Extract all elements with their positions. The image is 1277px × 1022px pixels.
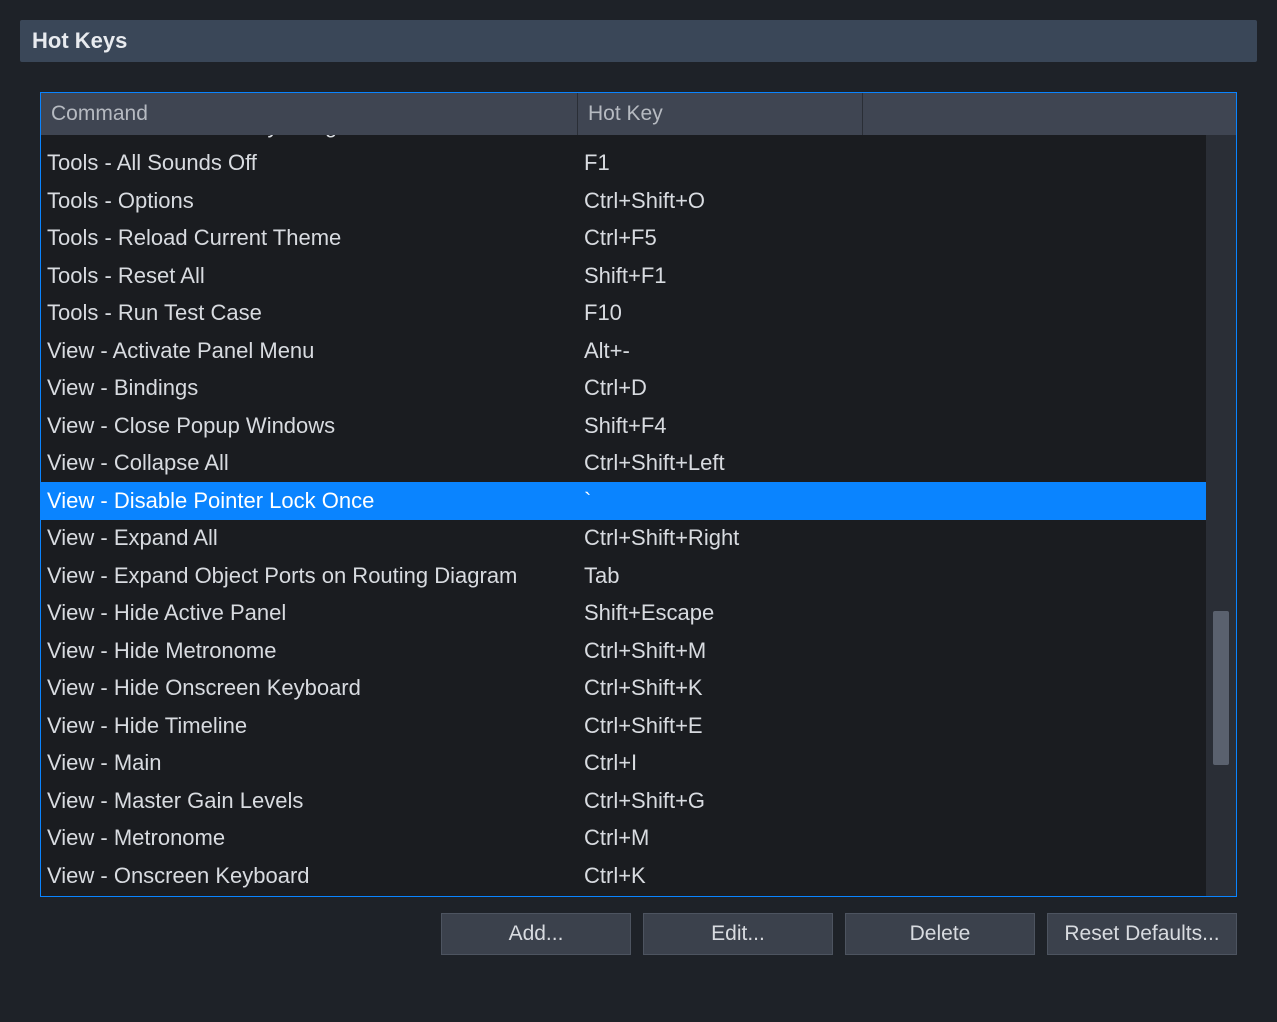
table-row[interactable]: Tools - Reload Current ThemeCtrl+F5	[41, 220, 1206, 258]
table-row[interactable]: View - BindingsCtrl+D	[41, 370, 1206, 408]
cell-command: View - Expand Object Ports on Routing Di…	[41, 563, 578, 589]
delete-button[interactable]: Delete	[845, 913, 1035, 955]
cell-hotkey: Ctrl+I	[578, 750, 863, 776]
cell-hotkey: Alt+-	[578, 338, 863, 364]
cell-command: Tools - Reload Current Theme	[41, 225, 578, 251]
scrollbar-thumb[interactable]	[1213, 611, 1229, 765]
cell-hotkey: Ctrl+M	[578, 825, 863, 851]
cell-hotkey: Tab	[578, 563, 863, 589]
table-row[interactable]: View - Expand Object Ports on Routing Di…	[41, 557, 1206, 595]
table-row[interactable]: View - MainCtrl+I	[41, 745, 1206, 783]
cell-hotkey: Shift+F1	[578, 263, 863, 289]
cell-command: Tools - Run Test Case	[41, 300, 578, 326]
table-row[interactable]: View - Hide TimelineCtrl+Shift+E	[41, 707, 1206, 745]
cell-command: Tools - Reset All	[41, 263, 578, 289]
table-row[interactable]: View - Onscreen KeyboardCtrl+K	[41, 857, 1206, 895]
cell-hotkey: Ctrl+F5	[578, 225, 863, 251]
table-body-wrap: Timeline - Zoom to Play RangeXTools - Al…	[41, 135, 1236, 896]
cell-command: View - Collapse All	[41, 450, 578, 476]
table-row[interactable]: View - Close Popup WindowsShift+F4	[41, 407, 1206, 445]
cell-command: Tools - Options	[41, 188, 578, 214]
cell-hotkey: Ctrl+Shift+Left	[578, 450, 863, 476]
table-row[interactable]: Tools - Reset AllShift+F1	[41, 257, 1206, 295]
table-row[interactable]: View - Master Gain LevelsCtrl+Shift+G	[41, 782, 1206, 820]
table-row[interactable]: View - Hide MetronomeCtrl+Shift+M	[41, 632, 1206, 670]
cell-command: View - Metronome	[41, 825, 578, 851]
cell-command: View - Main	[41, 750, 578, 776]
cell-hotkey: Shift+Escape	[578, 600, 863, 626]
cell-command: Tools - All Sounds Off	[41, 150, 578, 176]
cell-command: View - Hide Onscreen Keyboard	[41, 675, 578, 701]
cell-hotkey: `	[578, 488, 863, 514]
table-row[interactable]: Tools - All Sounds OffF1	[41, 145, 1206, 183]
table-body[interactable]: Timeline - Zoom to Play RangeXTools - Al…	[41, 135, 1206, 896]
cell-hotkey: Ctrl+Shift+O	[578, 188, 863, 214]
table-row[interactable]: View - Collapse AllCtrl+Shift+Left	[41, 445, 1206, 483]
cell-hotkey: Ctrl+D	[578, 375, 863, 401]
cell-hotkey: Ctrl+Shift+G	[578, 788, 863, 814]
table-row[interactable]: View - Activate Panel MenuAlt+-	[41, 332, 1206, 370]
cell-hotkey: Ctrl+K	[578, 863, 863, 889]
cell-hotkey: Ctrl+Shift+M	[578, 638, 863, 664]
table-row[interactable]: View - Expand AllCtrl+Shift+Right	[41, 520, 1206, 558]
panel-title: Hot Keys	[20, 20, 1257, 62]
cell-command: View - Hide Timeline	[41, 713, 578, 739]
reset-defaults-button[interactable]: Reset Defaults...	[1047, 913, 1237, 955]
cell-command: View - Activate Panel Menu	[41, 338, 578, 364]
table-row[interactable]: View - Hide Onscreen KeyboardCtrl+Shift+…	[41, 670, 1206, 708]
table-row[interactable]: Tools - Run Test CaseF10	[41, 295, 1206, 333]
hotkeys-table: Command Hot Key Timeline - Zoom to Play …	[40, 92, 1237, 897]
scrollbar-track[interactable]	[1206, 135, 1236, 896]
cell-command: View - Master Gain Levels	[41, 788, 578, 814]
table-header: Command Hot Key	[41, 93, 1236, 135]
column-header-blank	[863, 93, 1236, 135]
cell-command: View - Expand All	[41, 525, 578, 551]
cell-command: Timeline - Zoom to Play Range	[41, 135, 578, 139]
table-row[interactable]: Timeline - Zoom to Play RangeX	[41, 135, 1206, 145]
cell-hotkey: X	[578, 135, 863, 139]
column-header-command[interactable]: Command	[41, 93, 578, 135]
cell-command: View - Onscreen Keyboard	[41, 863, 578, 889]
add-button[interactable]: Add...	[441, 913, 631, 955]
cell-hotkey: F10	[578, 300, 863, 326]
cell-command: View - Hide Active Panel	[41, 600, 578, 626]
cell-command: View - Disable Pointer Lock Once	[41, 488, 578, 514]
cell-hotkey: Shift+F4	[578, 413, 863, 439]
table-row[interactable]: View - Hide Active PanelShift+Escape	[41, 595, 1206, 633]
button-row: Add... Edit... Delete Reset Defaults...	[40, 913, 1237, 955]
cell-command: View - Close Popup Windows	[41, 413, 578, 439]
cell-hotkey: Ctrl+Shift+K	[578, 675, 863, 701]
cell-hotkey: Ctrl+Shift+Right	[578, 525, 863, 551]
cell-hotkey: Ctrl+Shift+E	[578, 713, 863, 739]
cell-command: View - Hide Metronome	[41, 638, 578, 664]
column-header-hotkey[interactable]: Hot Key	[578, 93, 863, 135]
table-row[interactable]: View - Disable Pointer Lock Once`	[41, 482, 1206, 520]
table-row[interactable]: View - MetronomeCtrl+M	[41, 820, 1206, 858]
edit-button[interactable]: Edit...	[643, 913, 833, 955]
cell-hotkey: F1	[578, 150, 863, 176]
content-area: Command Hot Key Timeline - Zoom to Play …	[20, 92, 1257, 955]
cell-command: View - Bindings	[41, 375, 578, 401]
table-row[interactable]: Tools - OptionsCtrl+Shift+O	[41, 182, 1206, 220]
